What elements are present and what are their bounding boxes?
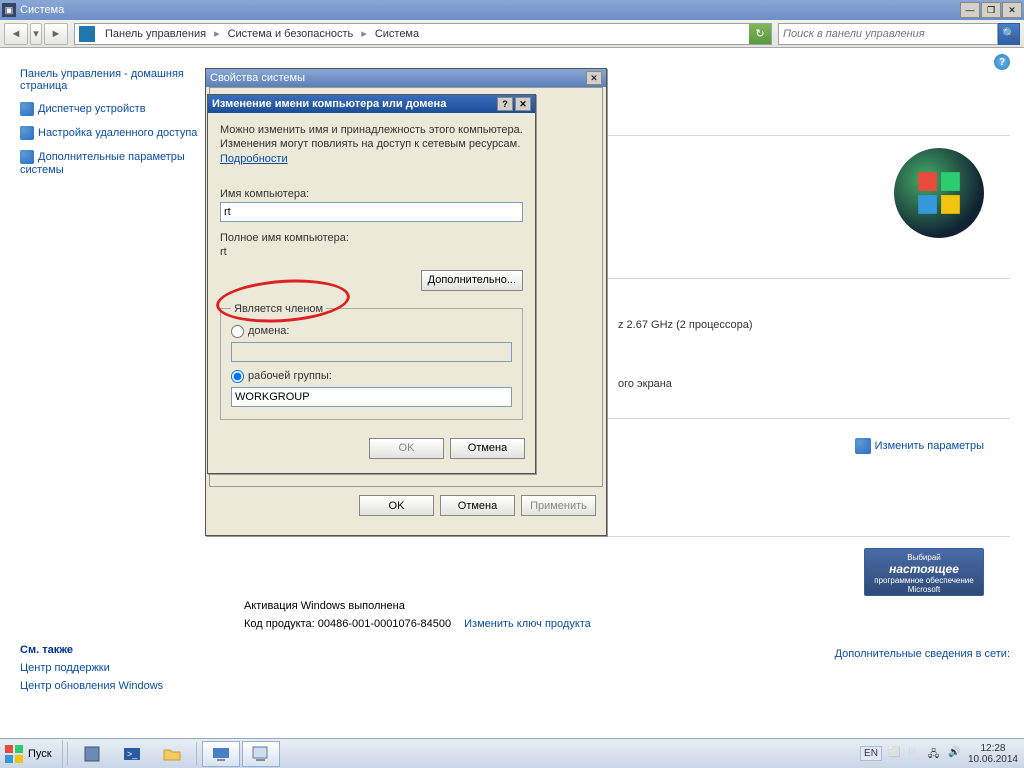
product-key-label: Код продукта: [244, 618, 315, 630]
address-bar[interactable]: Панель управления ▸ Система и безопаснос… [74, 23, 772, 45]
toolbar: ◄ ▾ ► Панель управления ▸ Система и безо… [0, 20, 1024, 48]
see-also-section: См. также Центр поддержки Центр обновлен… [20, 644, 220, 698]
domain-radio[interactable] [231, 325, 244, 338]
dialog-title: Свойства системы [210, 72, 305, 84]
full-name-label: Полное имя компьютера: [220, 232, 523, 244]
change-key-link[interactable]: Изменить ключ продукта [464, 618, 591, 630]
dialog-description: Можно изменить имя и принадлежность этог… [220, 123, 523, 166]
sidebar-item-remote[interactable]: Настройка удаленного доступа [20, 126, 200, 140]
taskbar-item-explorer[interactable] [153, 741, 191, 767]
rename-computer-dialog: Изменение имени компьютера или домена ? … [207, 94, 536, 474]
server-icon [82, 744, 102, 764]
clock-time: 12:28 [968, 743, 1018, 754]
folder-icon [162, 744, 182, 764]
apply-button[interactable]: Применить [521, 495, 596, 516]
full-name-value: rt [220, 246, 523, 258]
cancel-button[interactable]: Отмена [450, 438, 525, 459]
maximize-button[interactable]: ❐ [981, 2, 1001, 18]
more-info-link[interactable]: Дополнительные сведения в сети: [835, 648, 1010, 660]
close-icon[interactable]: ✕ [586, 71, 602, 85]
taskbar-item-powershell[interactable]: >_ [113, 741, 151, 767]
computer-icon [251, 744, 271, 764]
taskbar-item-server-manager[interactable] [73, 741, 111, 767]
domain-label: домена: [248, 325, 289, 337]
computer-name-label: Имя компьютера: [220, 188, 523, 200]
activation-section: Активация Windows выполнена Код продукта… [244, 600, 591, 636]
start-label: Пуск [28, 748, 52, 760]
flag-icon[interactable]: ⚐ [908, 747, 922, 761]
start-orb-icon [4, 744, 24, 764]
taskbar-item-system[interactable] [202, 741, 240, 767]
search-input[interactable] [778, 23, 998, 45]
cancel-button[interactable]: Отмена [440, 495, 515, 516]
product-key-value: 00486-001-0001076-84500 [318, 618, 451, 630]
ok-button[interactable]: OK [369, 438, 444, 459]
clock[interactable]: 12:28 10.06.2014 [968, 743, 1018, 765]
app-icon: ▣ [2, 3, 16, 17]
breadcrumb-item[interactable]: Система и безопасность [222, 28, 360, 40]
system-tray: EN ⬜ ⚐ 🖧 🔊 12:28 10.06.2014 [860, 743, 1024, 765]
shield-icon [855, 438, 871, 454]
sidebar-item-advanced[interactable]: Дополнительные параметры системы [20, 150, 200, 176]
minimize-button[interactable]: — [960, 2, 980, 18]
breadcrumb-item[interactable]: Система [369, 28, 425, 40]
help-icon[interactable]: ? [994, 54, 1010, 70]
sidebar: Панель управления - домашняя страница Ди… [20, 68, 200, 186]
clock-date: 10.06.2014 [968, 754, 1018, 765]
see-also-link[interactable]: Центр поддержки [20, 662, 220, 674]
back-history-dropdown[interactable]: ▾ [30, 23, 42, 45]
advanced-button[interactable]: Дополнительно... [421, 270, 523, 291]
back-button[interactable]: ◄ [4, 23, 28, 45]
forward-button[interactable]: ► [44, 23, 68, 45]
member-of-group: Является членом домена: рабочей группы: [220, 303, 523, 420]
network-icon[interactable]: 🖧 [928, 747, 942, 761]
breadcrumb-icon [79, 26, 95, 42]
sidebar-home-link[interactable]: Панель управления - домашняя страница [20, 68, 200, 92]
window-title: Система [20, 4, 64, 16]
change-params-link[interactable]: Изменить параметры [855, 438, 984, 454]
taskbar-item-system-properties[interactable] [242, 741, 280, 767]
window-titlebar: ▣ Система — ❐ ✕ [0, 0, 1024, 20]
tray-icon[interactable]: ⬜ [888, 747, 902, 761]
svg-text:>_: >_ [127, 749, 138, 759]
workgroup-input[interactable] [231, 387, 512, 407]
dialog-titlebar[interactable]: Свойства системы ✕ [206, 69, 606, 87]
details-link[interactable]: Подробности [220, 153, 288, 165]
workgroup-label: рабочей группы: [248, 370, 332, 382]
system-icon [211, 744, 231, 764]
close-icon[interactable]: ✕ [515, 97, 531, 111]
windows-logo-icon [894, 148, 984, 238]
search-button[interactable]: 🔍 [998, 23, 1020, 45]
close-button[interactable]: ✕ [1002, 2, 1022, 18]
language-indicator[interactable]: EN [860, 746, 882, 761]
cpu-info: z 2.67 GHz (2 процессора) [618, 319, 753, 331]
help-icon[interactable]: ? [497, 97, 513, 111]
see-also-header: См. также [20, 644, 220, 656]
dialog-titlebar[interactable]: Изменение имени компьютера или домена ? … [208, 95, 535, 113]
start-button[interactable]: Пуск [0, 740, 63, 768]
breadcrumb-item[interactable]: Панель управления [99, 28, 212, 40]
computer-name-input[interactable] [220, 202, 523, 222]
workgroup-radio[interactable] [231, 370, 244, 383]
ok-button[interactable]: OK [359, 495, 434, 516]
domain-input [231, 342, 512, 362]
see-also-link[interactable]: Центр обновления Windows [20, 680, 220, 692]
member-of-legend: Является членом [231, 303, 326, 315]
powershell-icon: >_ [122, 744, 142, 764]
activation-status: Активация Windows выполнена [244, 600, 591, 612]
genuine-microsoft-badge[interactable]: Выбирай настоящее программное обеспечени… [864, 548, 984, 596]
sound-icon[interactable]: 🔊 [948, 747, 962, 761]
refresh-icon[interactable]: ↻ [749, 24, 771, 44]
sidebar-item-device-manager[interactable]: Диспетчер устройств [20, 102, 200, 116]
taskbar: Пуск >_ EN ⬜ ⚐ 🖧 🔊 12:28 10.06.2014 [0, 738, 1024, 768]
screen-text: ого экрана [618, 378, 672, 390]
dialog-title: Изменение имени компьютера или домена [212, 98, 446, 110]
